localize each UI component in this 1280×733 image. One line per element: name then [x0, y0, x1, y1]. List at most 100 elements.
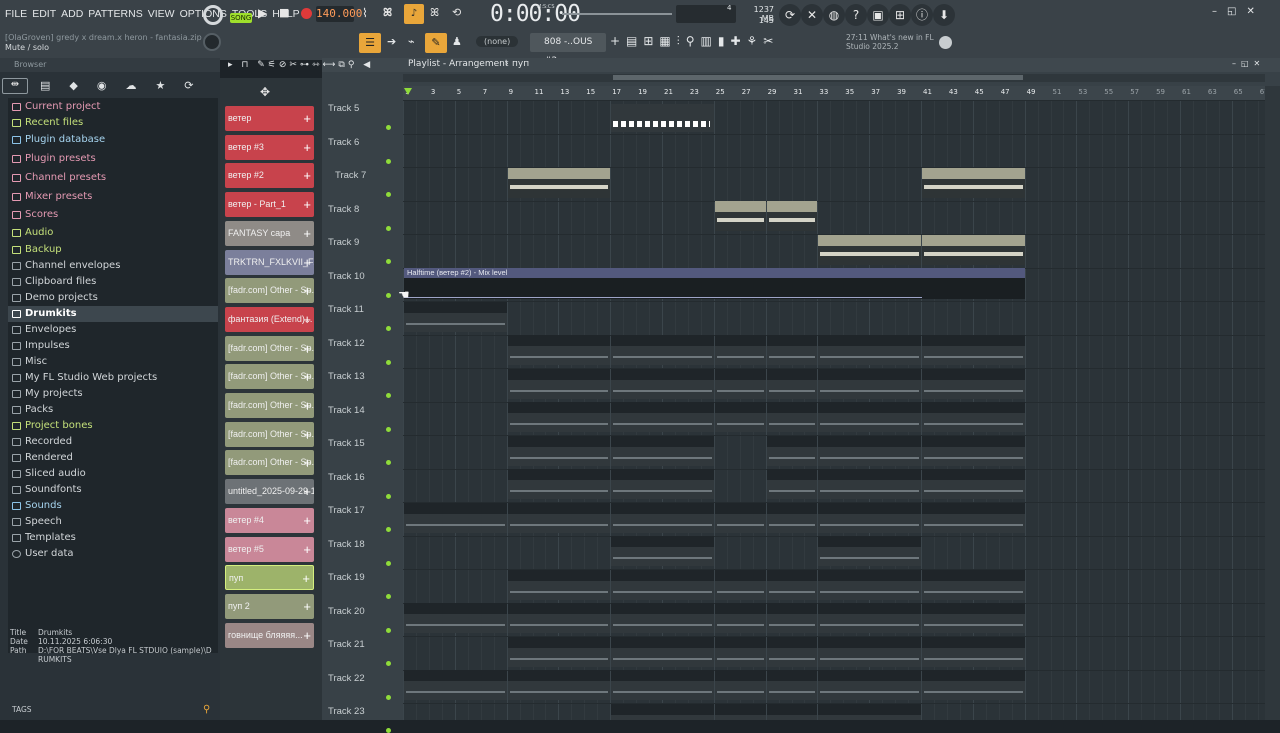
- pattern-clip[interactable]: SFX - HELIX: [766, 670, 818, 700]
- pattern-clip[interactable]: AW - Old Town (Kick): [507, 368, 611, 399]
- pattern-clip[interactable]: FX - ALIEN (@prod_jasper): [922, 603, 1025, 633]
- pattern-clip[interactable]: Snare 2 - BLACK SWAN: [611, 636, 714, 667]
- playlist-tools[interactable]: ▸ ⊓ ✎⚟⊘✂⊶⇿⟷⧉⚲ ◀: [228, 60, 373, 70]
- pattern-clip[interactable]: 808 - HOOD FAMOUS #2: [404, 301, 507, 332]
- browser-item[interactable]: Misc: [8, 354, 218, 370]
- step-edit-icon[interactable]: ♪: [404, 4, 424, 24]
- plus-icon[interactable]: +: [303, 221, 311, 246]
- track-label[interactable]: Track 15: [328, 438, 402, 449]
- browser-item[interactable]: Recorded: [8, 434, 218, 450]
- track-mute-led[interactable]: [386, 158, 391, 164]
- pattern-clip[interactable]: SFX - HELIX: [404, 670, 507, 700]
- pattern-clip[interactable]: PERC - TRIANGLE: [818, 703, 921, 720]
- browser-item[interactable]: Project bones: [8, 418, 218, 434]
- browser-tab-icons[interactable]: ▤◆◉☁★⟳: [40, 79, 213, 92]
- audio-clip[interactable]: пуп: [818, 234, 921, 265]
- track-mute-led[interactable]: [386, 694, 391, 700]
- track-mute-led[interactable]: [386, 728, 391, 733]
- track-label[interactable]: Track 11: [328, 304, 402, 315]
- save-icon[interactable]: ▣: [867, 4, 889, 26]
- pattern-clip[interactable]: AW -..ck) #2: [766, 368, 818, 399]
- pattern-clip[interactable]: SNARE - GRIS (@prod_jasper): [507, 469, 611, 499]
- pattern-clip[interactable]: perfec..ez #2: [766, 402, 818, 432]
- browser-item[interactable]: My projects: [8, 386, 218, 402]
- timeline-ruler[interactable]: 1 3 5 7 9 11 13 15 17 19 21 23 25 27 29 31 33 35 37 39 41 43 4…: [403, 86, 1269, 100]
- track-mute-led[interactable]: [386, 627, 391, 633]
- channel-button[interactable]: [fadr.com] Other - Sp... +: [225, 421, 314, 447]
- tempo-display[interactable]: 140.000: [316, 6, 362, 22]
- pattern-clip[interactable]: AW - Old Town (Kick): [611, 368, 714, 399]
- loop-record-icon[interactable]: ⟲: [452, 6, 461, 19]
- pattern-clip[interactable]: FX - BANG (@s..llaaaaaaaaaa): [611, 502, 714, 533]
- pattern-clip[interactable]: SFX - HELIX: [922, 670, 1025, 700]
- pattern-clip[interactable]: CLAP - FREE (@saintdadah): [922, 435, 1025, 466]
- pattern-clip[interactable]: FX - BANG (@strellaaaaaaaaa): [818, 502, 921, 533]
- pattern-clip[interactable]: CLAP - FREE (@saintdadah): [507, 435, 611, 466]
- snap-select[interactable]: (none): [476, 36, 519, 47]
- track-label[interactable]: Track 7: [335, 170, 409, 181]
- menu-file[interactable]: FILE: [5, 8, 27, 20]
- pattern-clip[interactable]: SNAR..er) #2: [766, 469, 818, 499]
- window-controls[interactable]: –◱✕: [1212, 6, 1265, 17]
- download-icon[interactable]: ⬇: [933, 4, 955, 26]
- window-toggle-icons[interactable]: ▤⊞▦⫶⚲▥▮✚⚘✂: [626, 34, 779, 49]
- playlist-toggle-icon[interactable]: ☰: [359, 33, 381, 53]
- add-pattern-icon[interactable]: +: [610, 34, 620, 48]
- channel-button[interactable]: ветер - Part_1 +: [225, 192, 314, 218]
- audio-clip[interactable]: пуп 2: [766, 201, 818, 231]
- track-mute-led[interactable]: [386, 225, 391, 231]
- track-mute-led[interactable]: [386, 259, 391, 264]
- plus-icon[interactable]: +: [303, 393, 311, 418]
- pattern-clip[interactable]: FX - ALIEN (@prod_jasper): [611, 603, 714, 633]
- pattern-clip[interactable]: FX - ALIEN (@prod_jasper): [404, 603, 507, 633]
- pattern-clip[interactable]: FX - ALIEN (@prod_jasper): [507, 603, 611, 633]
- pattern-clip[interactable]: FX -..asper): [714, 603, 766, 633]
- pattern-clip[interactable]: PERC..ANGLE: [766, 703, 818, 720]
- browser-all-tab[interactable]: ⇹: [2, 78, 28, 94]
- pattern-clip[interactable]: perfect hi hat ☆ dez #2: [922, 402, 1025, 432]
- browser-item[interactable]: Recent files: [8, 115, 218, 131]
- browser-item[interactable]: Channel envelopes: [8, 258, 218, 274]
- browser-item[interactable]: Impulses: [8, 338, 218, 354]
- pattern-clip[interactable]: SFX - HELIX: [507, 670, 611, 700]
- pattern-clip[interactable]: FX - BANG (@s..llaaaaaaaaaa): [404, 502, 507, 533]
- automation-clip[interactable]: Halftime (ветер #2) - Mix level: [404, 268, 1025, 299]
- track-label[interactable]: Track 23: [328, 706, 402, 717]
- track-label[interactable]: Track 21: [328, 639, 402, 650]
- track-label[interactable]: Track 12: [328, 338, 402, 349]
- info-icon[interactable]: ⓘ: [911, 4, 933, 26]
- pattern-clip[interactable]: FX - ALIEN (@prod_jasper): [818, 603, 921, 633]
- plus-icon[interactable]: +: [303, 422, 311, 447]
- menu-patterns[interactable]: PATTERNS: [88, 8, 142, 20]
- audio-clip[interactable]: пуп: [507, 167, 611, 198]
- vertical-scrollbar[interactable]: [1265, 86, 1280, 720]
- menu-edit[interactable]: EDIT: [32, 8, 56, 20]
- track-mute-led[interactable]: [386, 292, 391, 298]
- pattern-clip[interactable]: CHANT - ZAY N..(@saintdadah): [507, 569, 611, 600]
- browser-item[interactable]: Demo projects: [8, 290, 218, 306]
- plus-icon[interactable]: +: [303, 192, 311, 217]
- audio-clip[interactable]: пуп: [922, 167, 1025, 198]
- track-mute-led[interactable]: [386, 192, 391, 197]
- pattern-clip[interactable]: perfect hi hat ☆ dez #3: [818, 402, 921, 432]
- record-audio-icon[interactable]: ◍: [823, 4, 845, 26]
- magnet-snap-icon[interactable]: ⌁: [408, 35, 415, 48]
- pattern-clip[interactable]: 808 - HOOD FAMOUS #3: [922, 335, 1025, 365]
- track-mute-led[interactable]: [386, 594, 391, 599]
- channel-button[interactable]: ветер #3 +: [225, 134, 314, 160]
- plus-icon[interactable]: +: [303, 537, 311, 562]
- news-panel[interactable]: 27:11 What's new in FL Studio 2025.2: [846, 33, 936, 51]
- pattern-clip[interactable]: 808 - HOOD FAMOUS #7: [818, 335, 921, 365]
- track-mute-led[interactable]: [386, 460, 391, 465]
- channel-button[interactable]: ветер +: [225, 106, 314, 131]
- pattern-clip[interactable]: Snar..SWAN: [714, 636, 766, 667]
- pattern-clip[interactable]: SFX - HELIX: [818, 670, 921, 700]
- pattern-clip[interactable]: perfe..ez #2: [714, 402, 766, 432]
- track-mute-led[interactable]: [386, 426, 391, 432]
- blend-notes-icon[interactable]: ꕤ: [430, 6, 439, 20]
- pattern-clip[interactable]: SNARE - GRIS (@prod_jasper): [922, 469, 1025, 499]
- track-mute-led[interactable]: [386, 359, 391, 365]
- pattern-clip[interactable]: PERC - TRIANGLE: [611, 703, 714, 720]
- pattern-clip[interactable]: SFX - HELIX: [714, 670, 766, 700]
- plus-icon[interactable]: +: [303, 364, 311, 389]
